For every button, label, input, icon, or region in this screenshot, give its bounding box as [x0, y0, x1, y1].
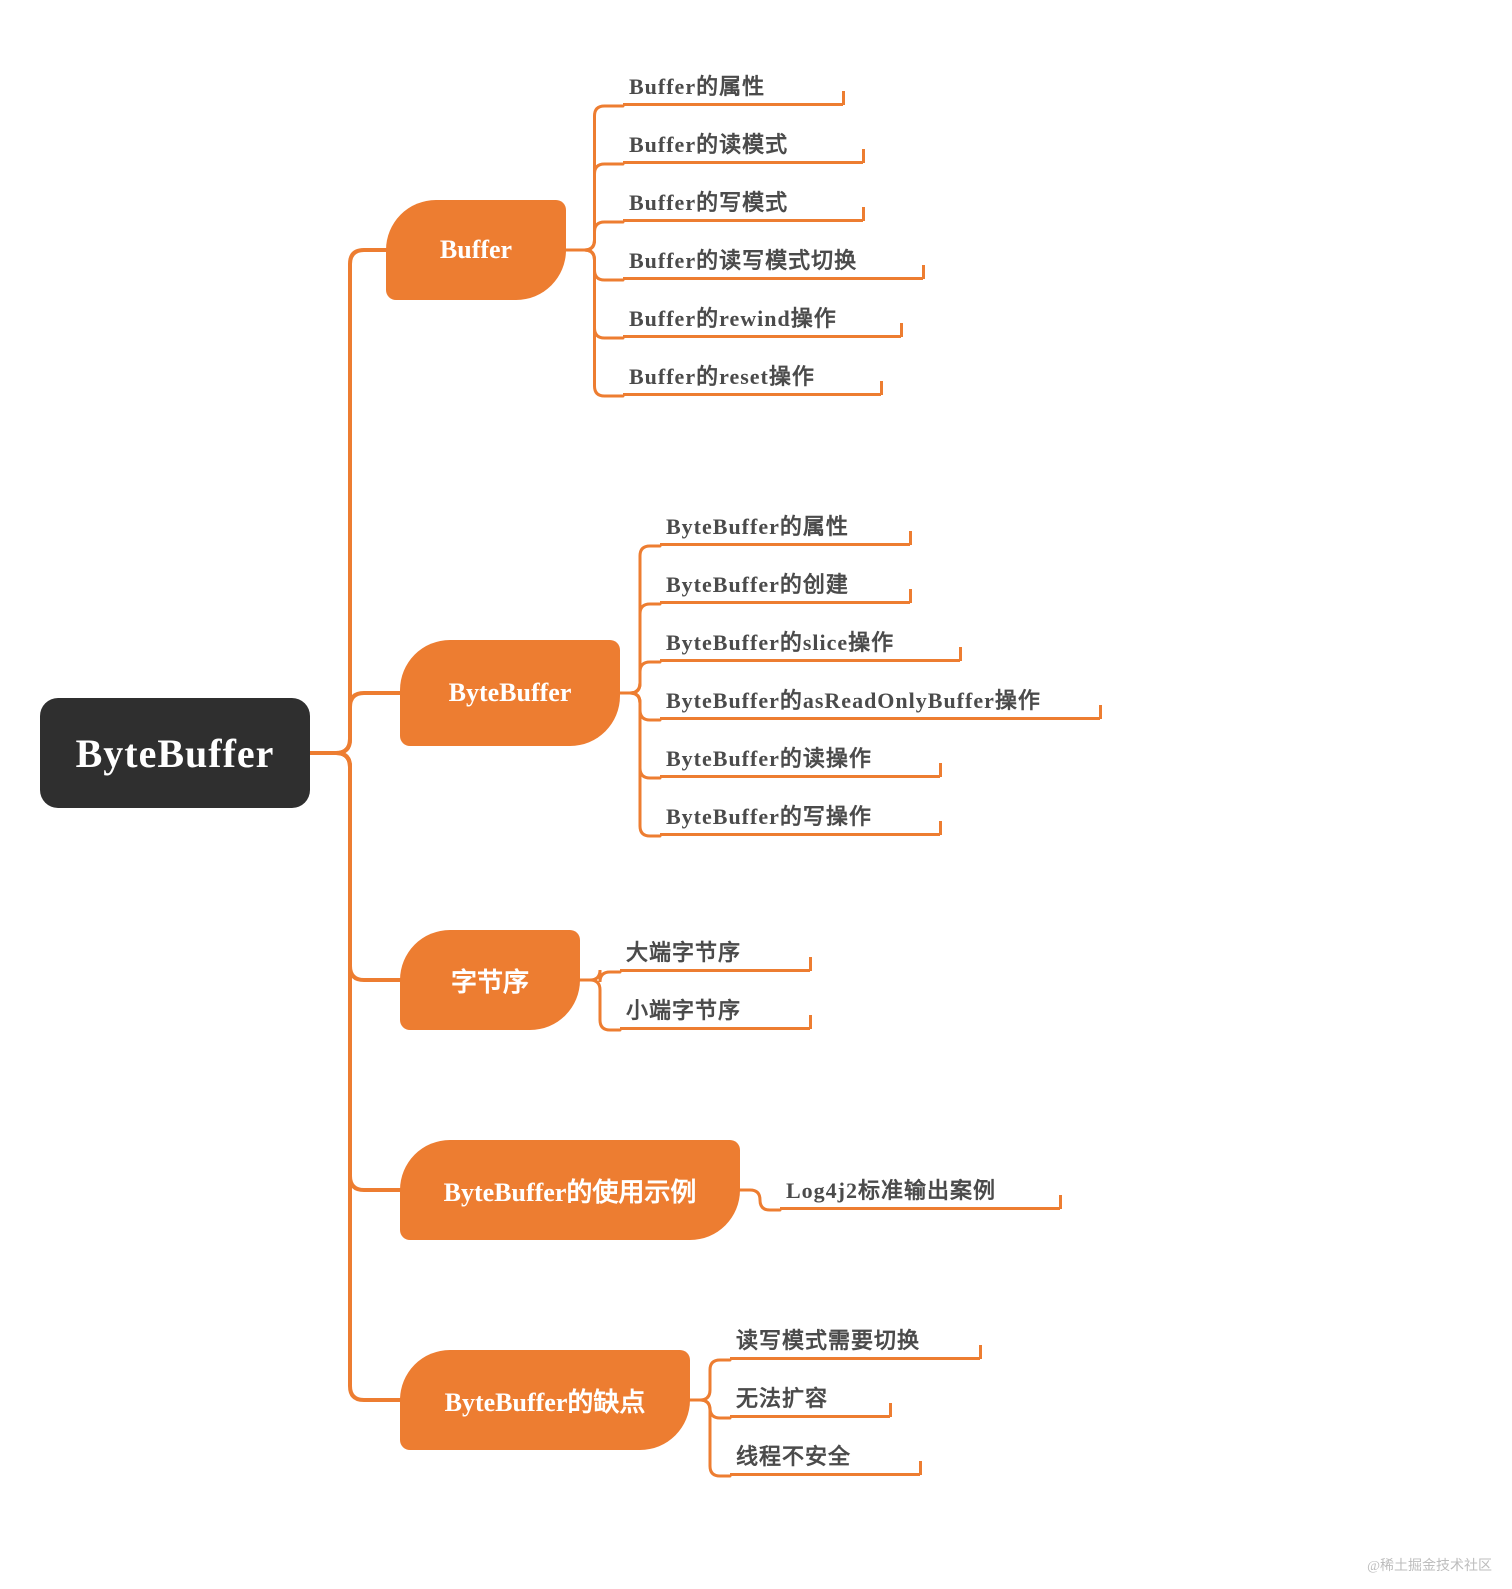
branch-buffer: Buffer [386, 200, 566, 300]
leaf-no-expand: 无法扩容 [730, 1378, 890, 1418]
leaf-not-thread-safe: 线程不安全 [730, 1436, 920, 1476]
leaf-bytebuffer-slice: ByteBuffer的slice操作 [660, 622, 960, 662]
leaf-buffer-writemode: Buffer的写模式 [623, 182, 863, 222]
watermark: @稀土掘金技术社区 [1367, 1555, 1492, 1575]
leaf-log4j2-case: Log4j2标准输出案例 [780, 1170, 1060, 1210]
branch-drawbacks: ByteBuffer的缺点 [400, 1350, 690, 1450]
leaf-buffer-rw-switch: Buffer的读写模式切换 [623, 240, 923, 280]
leaf-buffer-rewind: Buffer的rewind操作 [623, 298, 901, 338]
leaf-bytebuffer-asreadonly: ByteBuffer的asReadOnlyBuffer操作 [660, 680, 1100, 720]
leaf-bytebuffer-create: ByteBuffer的创建 [660, 564, 910, 604]
leaf-little-endian: 小端字节序 [620, 990, 810, 1030]
branch-byteorder: 字节序 [400, 930, 580, 1030]
leaf-buffer-reset: Buffer的reset操作 [623, 356, 881, 396]
leaf-bytebuffer-read: ByteBuffer的读操作 [660, 738, 940, 778]
leaf-rw-switch-needed: 读写模式需要切换 [730, 1320, 980, 1360]
mindmap-root: ByteBuffer [40, 698, 310, 808]
leaf-buffer-readmode: Buffer的读模式 [623, 124, 863, 164]
branch-bytebuffer: ByteBuffer [400, 640, 620, 746]
leaf-bytebuffer-write: ByteBuffer的写操作 [660, 796, 940, 836]
leaf-buffer-attributes: Buffer的属性 [623, 66, 843, 106]
branch-usage-examples: ByteBuffer的使用示例 [400, 1140, 740, 1240]
leaf-big-endian: 大端字节序 [620, 932, 810, 972]
leaf-bytebuffer-attributes: ByteBuffer的属性 [660, 506, 910, 546]
